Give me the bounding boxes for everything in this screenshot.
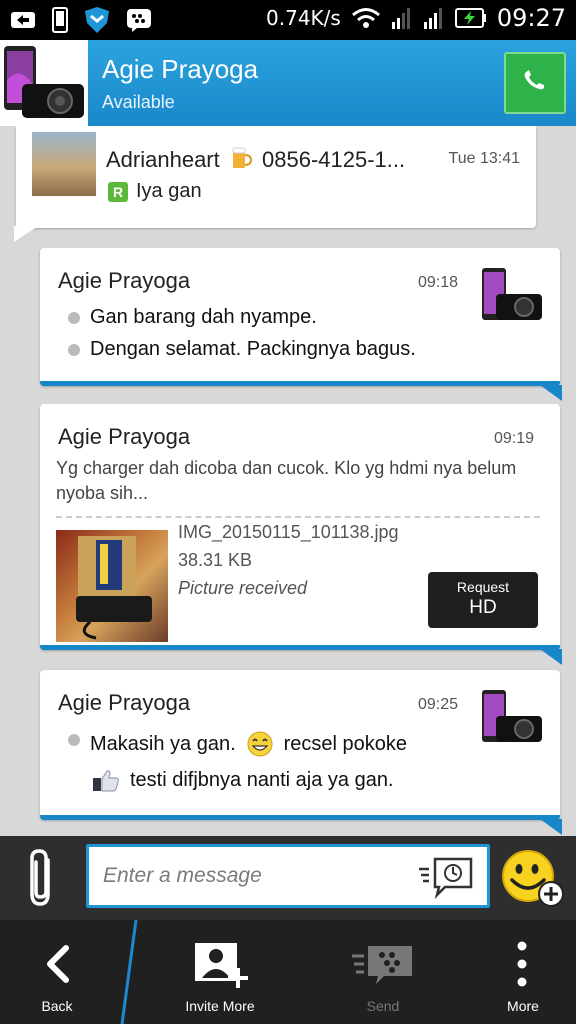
bottom-action-bar: Back Invite More Send More — [0, 920, 576, 1024]
more-label: More — [507, 998, 539, 1014]
ping-speech-icon[interactable] — [417, 855, 475, 899]
back-label: Back — [41, 998, 73, 1014]
beer-icon — [232, 147, 252, 168]
back-button[interactable]: Back — [0, 920, 114, 1024]
quoted-header: Adrianheart 0856-4125-1... — [106, 146, 405, 173]
message-sender: Agie Prayoga — [58, 424, 191, 449]
composer-bar: Enter a message — [0, 836, 576, 920]
bullet-dot — [68, 311, 80, 324]
nav-divider — [120, 920, 138, 1024]
message-bubble[interactable]: Agie Prayoga 09:18 Gan barang dah nyampe… — [40, 248, 562, 401]
message-input-placeholder: Enter a message — [103, 864, 262, 887]
bbm-notification-icon — [127, 9, 151, 32]
message-text: Gan barang dah nyampe. — [90, 306, 317, 328]
chat-header: Agie Prayoga Available — [0, 40, 576, 126]
send-label: Send — [366, 998, 400, 1014]
file-size: 38.31 KB — [178, 550, 253, 570]
contact-avatar[interactable] — [0, 40, 88, 126]
bullet-dot — [68, 343, 80, 356]
emoji-add-icon[interactable] — [500, 848, 566, 910]
message-line: Makasih ya gan. recsel pokoke — [68, 730, 407, 758]
quoted-text: Iya gan — [136, 180, 202, 202]
usb-notification-icon — [11, 12, 35, 28]
message-time: 09:19 — [494, 430, 535, 447]
message-sender: Agie Prayoga — [58, 690, 191, 715]
r-badge-icon: R — [108, 181, 128, 202]
bubble-tail — [540, 819, 562, 835]
quoted-time: Tue 13:41 — [448, 150, 520, 167]
message-line: testi difjbnya nanti aja ya gan. — [92, 768, 394, 792]
message-text: testi difjbnya nanti aja ya gan. — [130, 768, 394, 791]
message-time: 09:25 — [418, 696, 459, 713]
quoted-text-row: R Iya gan — [108, 180, 202, 203]
bubble-tail — [540, 385, 562, 401]
invite-more-label: Invite More — [185, 998, 255, 1014]
grin-emoji-icon — [247, 731, 273, 757]
file-status: Picture received — [178, 578, 308, 598]
request-hd-label-hd: HD — [469, 597, 497, 618]
bbm-send-icon — [352, 946, 412, 984]
divider — [56, 516, 540, 518]
message-line: Gan barang dah nyampe. — [68, 306, 317, 329]
overflow-menu-icon — [517, 941, 527, 987]
sender-avatar-thumb — [482, 268, 542, 320]
request-hd-label: Request — [456, 579, 510, 595]
request-hd-button[interactable]: Request HD — [428, 572, 538, 628]
phone-notification-icon — [52, 7, 68, 33]
picture-caption: Yg charger dah dicoba dan cucok. Klo yg … — [56, 458, 517, 503]
invite-more-button[interactable]: Invite More — [150, 920, 290, 1024]
network-speed: 0.74K/s — [266, 6, 341, 30]
quote-tail — [14, 226, 38, 242]
more-button[interactable]: More — [470, 920, 576, 1024]
picture-thumbnail[interactable] — [56, 530, 168, 642]
file-name: IMG_20150115_101138.jpg — [178, 522, 399, 542]
attach-paperclip-icon[interactable] — [22, 846, 62, 910]
contact-status: Available — [102, 92, 175, 112]
message-text: recsel pokoke — [283, 732, 408, 755]
battery-charging-icon — [454, 8, 486, 28]
status-bar: 0.74K/s 09:27 — [0, 0, 576, 40]
wifi-icon — [351, 8, 380, 28]
message-bubble[interactable]: Agie Prayoga 09:25 Makasih ya gan. recse… — [40, 670, 562, 835]
add-contact-icon — [195, 943, 248, 988]
message-input[interactable]: Enter a message — [86, 844, 490, 908]
picture-message-bubble[interactable]: Agie Prayoga 09:19 Yg charger dah dicoba… — [40, 404, 562, 665]
thumbs-up-icon — [93, 770, 119, 792]
sender-avatar-thumb — [482, 690, 542, 742]
message-time: 09:18 — [418, 274, 459, 291]
contact-name: Agie Prayoga — [102, 54, 259, 84]
quoted-sender: Adrianheart — [106, 147, 220, 172]
signal-2-icon — [423, 8, 442, 29]
message-line: Dengan selamat. Packingnya bagus. — [68, 338, 416, 361]
voice-call-button[interactable] — [504, 52, 566, 114]
message-text: Dengan selamat. Packingnya bagus. — [90, 338, 416, 360]
chat-history[interactable]: Adrianheart 0856-4125-1... Tue 13:41 R I… — [0, 126, 576, 836]
phone-call-icon — [516, 67, 554, 100]
signal-1-icon — [391, 8, 410, 29]
bubble-tail — [540, 649, 562, 665]
clock: 09:27 — [496, 4, 566, 32]
quoted-message[interactable]: Adrianheart 0856-4125-1... Tue 13:41 R I… — [14, 126, 536, 242]
quoted-phone: 0856-4125-1... — [262, 147, 406, 172]
quoted-avatar — [32, 132, 96, 196]
message-text: Makasih ya gan. — [90, 732, 236, 755]
message-sender: Agie Prayoga — [58, 268, 191, 293]
bullet-dot — [68, 734, 80, 746]
send-button[interactable]: Send — [330, 920, 436, 1024]
shield-notification-icon — [85, 7, 109, 33]
chevron-left-icon — [47, 945, 69, 983]
